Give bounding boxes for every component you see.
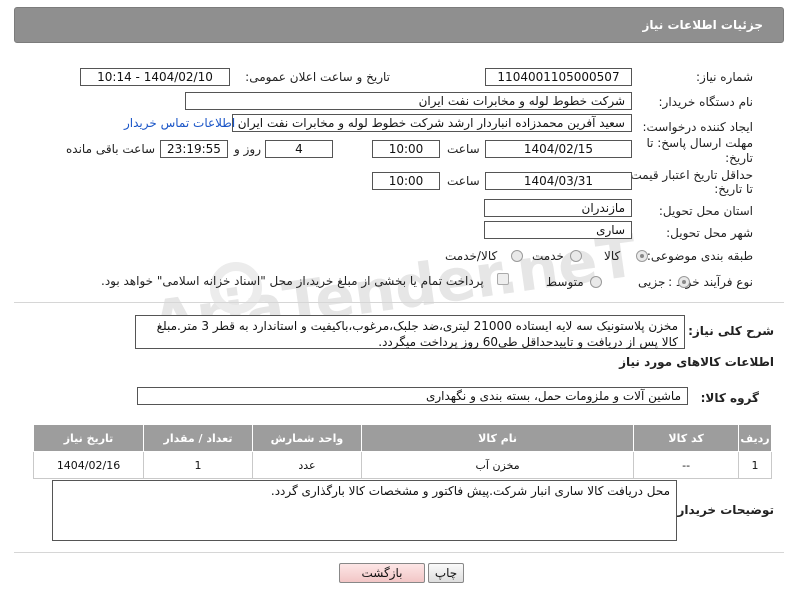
description-label: شرح کلی نیاز: [688, 324, 774, 338]
watermark-logo-icon [210, 262, 262, 314]
announce-field: 1404/02/10 - 10:14 [80, 68, 230, 86]
process-option-medium: متوسط [546, 275, 584, 289]
announce-label: تاریخ و ساعت اعلان عمومی: [245, 70, 390, 84]
days-label: روز و [234, 142, 261, 156]
buyer-org-field: شرکت خطوط لوله و مخابرات نفت ایران [185, 92, 632, 110]
need-number-label: شماره نیاز: [696, 70, 753, 84]
process-option-minor: جزیی [638, 275, 666, 289]
reply-date-field: 1404/02/15 [485, 140, 632, 158]
goods-section-title: اطلاعات کالاهای مورد نیاز [619, 355, 774, 369]
price-time-field: 10:00 [372, 172, 440, 190]
requester-field: سعید آفرین محمدزاده انباردار ارشد شرکت خ… [232, 114, 632, 132]
category-option-goods-service: کالا/خدمت [445, 249, 498, 263]
cell-name: مخزن آب [360, 451, 635, 479]
reply-deadline-label: مهلت ارسال پاسخ: تا [646, 136, 753, 150]
cell-date: 1404/02/16 [32, 451, 145, 479]
category-radio-goods-service[interactable] [511, 250, 523, 262]
page-header: جزئیات اطلاعات نیاز [14, 7, 784, 43]
table-row: 1 -- مخزن آب عدد 1 1404/02/16 [32, 451, 773, 479]
col-qty: تعداد / مقدار [143, 424, 253, 452]
reply-time-label: ساعت [447, 142, 480, 156]
buyer-notes-text: محل دریافت کالا ساری انبار شرکت.پیش فاکت… [52, 480, 677, 541]
page-title: جزئیات اطلاعات نیاز [642, 18, 763, 32]
remaining-time-label: ساعت باقی مانده [66, 142, 156, 156]
divider [14, 302, 784, 303]
buyer-org-label: نام دستگاه خریدار: [658, 95, 754, 109]
city-label: شهر محل تحویل: [666, 226, 753, 240]
buyer-contact-link[interactable]: اطلاعات تماس خریدار [124, 116, 235, 130]
category-option-service: خدمت [532, 249, 564, 263]
category-radio-service[interactable] [570, 250, 582, 262]
price-validity-label-date: تا تاریخ: [714, 182, 753, 196]
buyer-notes-label: توضیحات خریدار: [672, 503, 774, 517]
price-time-label: ساعت [447, 174, 480, 188]
process-radio-medium[interactable] [590, 276, 602, 288]
cell-qty: 1 [143, 451, 253, 479]
city-field: ساری [484, 221, 632, 239]
remaining-time-field: 23:19:55 [160, 140, 228, 158]
goods-group-field: ماشین آلات و ملزومات حمل، بسته بندی و نگ… [137, 387, 688, 405]
province-field: مازندران [484, 199, 632, 217]
col-date: تاریخ نیاز [32, 424, 145, 452]
price-validity-label: حداقل تاریخ اعتبار قیمت: [626, 168, 753, 182]
need-number-field: 1104001105000507 [485, 68, 632, 86]
print-button[interactable]: چاپ [428, 563, 464, 583]
goods-group-label: گروه کالا: [700, 391, 759, 405]
cell-row: 1 [737, 451, 773, 479]
back-button[interactable]: بازگشت [339, 563, 425, 583]
reply-deadline-label-date: تاریخ: [725, 151, 753, 165]
price-date-field: 1404/03/31 [485, 172, 632, 190]
cell-unit: عدد [251, 451, 362, 479]
col-name: نام کالا [360, 424, 635, 452]
category-label: طبقه بندی موضوعی: [646, 249, 753, 263]
process-radio-minor[interactable] [678, 276, 690, 288]
treasury-checkbox[interactable] [497, 273, 509, 285]
province-label: استان محل تحویل: [658, 204, 753, 218]
col-unit: واحد شمارش [251, 424, 362, 452]
days-field: 4 [265, 140, 333, 158]
description-text: مخزن پلاستونیک سه لایه ایستاده 21000 لیت… [135, 315, 685, 349]
requester-label: ایجاد کننده درخواست: [642, 120, 753, 134]
col-row: ردیف [737, 424, 773, 452]
category-radio-goods[interactable] [636, 250, 648, 262]
cell-code: -- [633, 451, 739, 479]
col-code: کد کالا [633, 424, 739, 452]
divider [14, 552, 784, 553]
treasury-note: پرداخت تمام یا بخشی از مبلغ خرید،از محل … [101, 274, 484, 288]
reply-time-field: 10:00 [372, 140, 440, 158]
category-option-goods: کالا [604, 249, 621, 263]
goods-table: ردیف کد کالا نام کالا واحد شمارش تعداد /… [32, 424, 773, 479]
